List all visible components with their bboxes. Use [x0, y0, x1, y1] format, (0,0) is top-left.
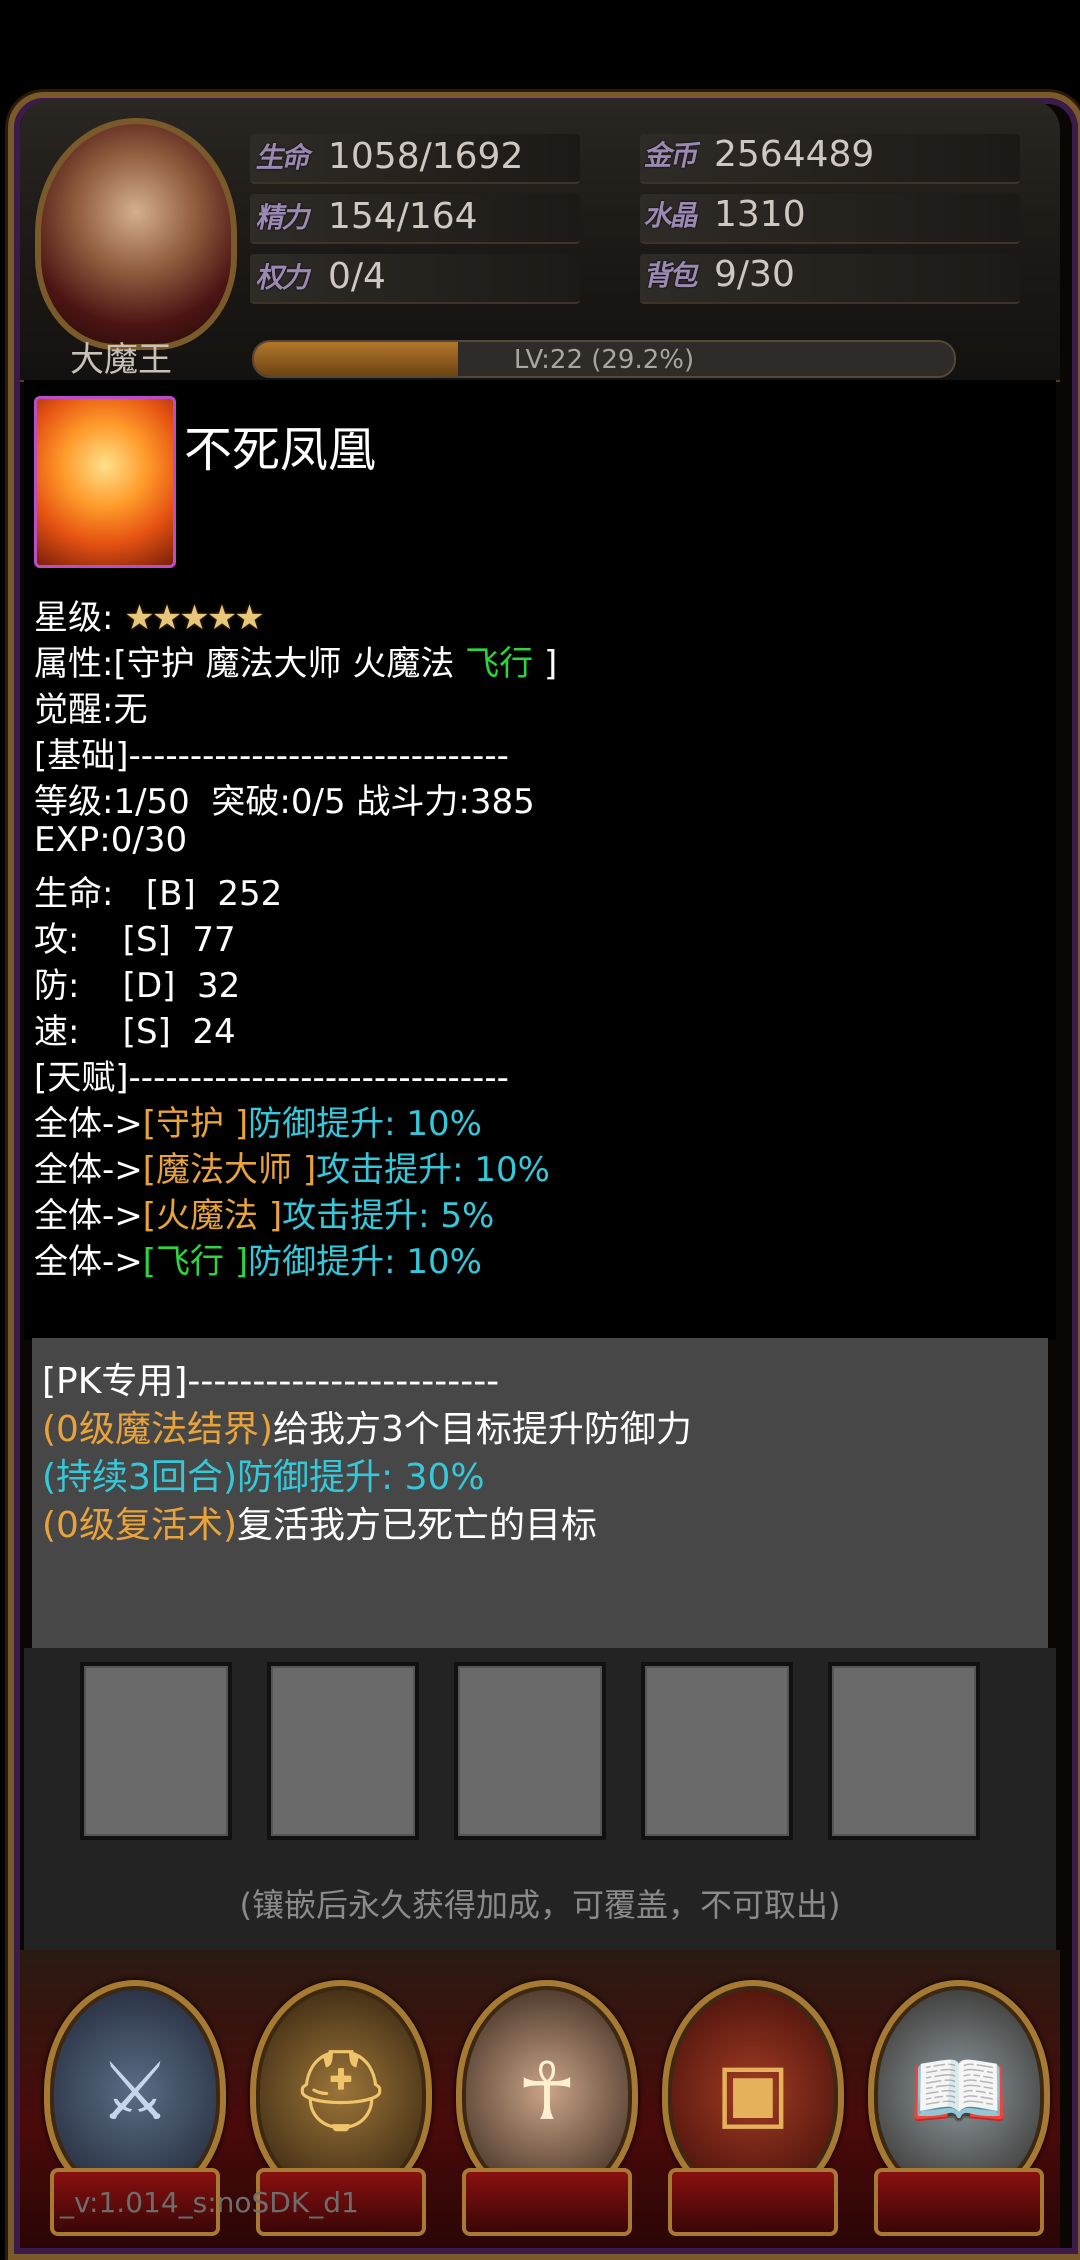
talent-tag: [守护 ] — [142, 1104, 249, 1144]
attr-prefix: 属性:[守护 魔法大师 火魔法 — [34, 644, 466, 684]
energy-label-icon: 精力 — [254, 201, 314, 234]
talent-effect: 防御提升: 10% — [248, 1104, 482, 1144]
inlay-hint: (镶嵌后永久获得加成，可覆盖，不可取出) — [239, 1886, 841, 1924]
skill-2-name: (0级复活术) — [42, 1505, 237, 1546]
star-rating-icon: ★★★★★ — [124, 598, 264, 638]
talent-line: 全体->[守护 ]防御提升: 10% — [34, 1096, 482, 1145]
talent-line: 全体->[火魔法 ]攻击提升: 5% — [34, 1188, 494, 1237]
skill-2-desc: 复活我方已死亡的目标 — [237, 1505, 598, 1546]
sage-icon[interactable]: ☥ — [456, 1980, 638, 2236]
inlay-slot[interactable] — [828, 1662, 980, 1840]
bag-value: 9/30 — [714, 254, 795, 295]
star-label: 星级: — [34, 598, 114, 638]
speed-line: 速: [S] 24 — [34, 1012, 236, 1052]
book-icon[interactable]: 📖 — [868, 1980, 1050, 2236]
talent-line: 全体->[魔法大师 ]攻击提升: 10% — [34, 1142, 550, 1191]
level-progress-bar: LV:22 (29.2%) — [252, 340, 956, 378]
talent-tag: [魔法大师 ] — [142, 1150, 317, 1190]
treasure-chest-glyph: ▣ — [715, 2044, 791, 2138]
talent-tag: [飞行 ] — [142, 1242, 249, 1282]
golden-helmet-glyph: ⛑ — [290, 2044, 392, 2137]
skill-1-name: (0级魔法结界) — [42, 1409, 273, 1450]
attr-suffix: ] — [533, 644, 558, 684]
treasure-chest-icon[interactable]: ▣ — [662, 1980, 844, 2236]
attack-line: 攻: [S] 77 — [34, 920, 236, 960]
inlay-slot[interactable] — [641, 1662, 793, 1840]
talent-effect: 攻击提升: 10% — [316, 1150, 550, 1190]
nav-plinth — [668, 2168, 838, 2236]
gold-value: 2564489 — [714, 134, 875, 175]
level-line: 等级:1/50 突破:0/5 战斗力:385 — [34, 782, 535, 822]
book-glyph: 📖 — [909, 2044, 1009, 2137]
nav-plinth — [462, 2168, 632, 2236]
hero-name: 大魔王 — [70, 340, 172, 380]
phoenix-icon — [34, 396, 176, 568]
attr-fly: 飞行 — [465, 644, 534, 684]
pet-name: 不死凤凰 — [184, 422, 377, 478]
skill-1-effect: (持续3回合)防御提升: 30% — [42, 1457, 485, 1498]
power-label-icon: 权力 — [254, 261, 314, 294]
talent-prefix: 全体-> — [34, 1150, 143, 1190]
crystal-value: 1310 — [714, 194, 806, 235]
power-value: 0/4 — [328, 256, 386, 297]
shield-swords-glyph: ⚔ — [99, 2044, 171, 2138]
nav-plinth — [874, 2168, 1044, 2236]
talent-line: 全体->[飞行 ]防御提升: 10% — [34, 1234, 482, 1283]
talent-header: [天赋]------------------------------- — [34, 1058, 509, 1098]
sage-glyph: ☥ — [517, 2044, 577, 2138]
hp-line: 生命: [B] 252 — [34, 874, 283, 914]
gold-label-icon: 金币 — [642, 139, 702, 172]
basic-header: [基础]------------------------------- — [34, 736, 509, 776]
hp-value: 1058/1692 — [328, 136, 524, 177]
talent-tag: [火魔法 ] — [142, 1196, 283, 1236]
talent-effect: 攻击提升: 5% — [282, 1196, 495, 1236]
talent-effect: 防御提升: 10% — [248, 1242, 482, 1282]
inlay-slot[interactable] — [80, 1662, 232, 1840]
inlay-slot[interactable] — [454, 1662, 606, 1840]
hp-label-icon: 生命 — [254, 141, 314, 174]
pk-skill-2: (0级复活术)复活我方已死亡的目标 — [42, 1496, 597, 1548]
talent-prefix: 全体-> — [34, 1196, 143, 1236]
pk-skill-1: (0级魔法结界)给我方3个目标提升防御力 — [42, 1400, 692, 1452]
pk-header: [PK专用]------------------------ — [42, 1361, 500, 1402]
inlay-slot[interactable] — [267, 1662, 419, 1840]
hero-portrait[interactable] — [35, 118, 237, 350]
energy-value: 154/164 — [328, 196, 478, 237]
pk-skill-panel: [PK专用]------------------------ (0级魔法结界)给… — [32, 1338, 1048, 1648]
talent-prefix: 全体-> — [34, 1242, 143, 1282]
crystal-label-icon: 水晶 — [642, 199, 702, 232]
star-level-line: 星级: ★★★★★ — [34, 590, 265, 639]
skill-1-desc: 给我方3个目标提升防御力 — [273, 1409, 692, 1450]
shield-swords-icon[interactable]: ⚔ — [44, 1980, 226, 2236]
awaken-line: 觉醒:无 — [34, 690, 148, 730]
golden-helmet-icon[interactable]: ⛑ — [250, 1980, 432, 2236]
attribute-line: 属性:[守护 魔法大师 火魔法 飞行 ] — [34, 636, 557, 685]
exp-line: EXP:0/30 — [34, 820, 188, 860]
defense-line: 防: [D] 32 — [34, 966, 241, 1006]
talent-prefix: 全体-> — [34, 1104, 143, 1144]
version-label: _v:1.014_s:noSDK_d1 — [60, 2186, 359, 2219]
bag-label-icon: 背包 — [642, 259, 702, 292]
level-text: LV:22 (29.2%) — [513, 345, 695, 375]
